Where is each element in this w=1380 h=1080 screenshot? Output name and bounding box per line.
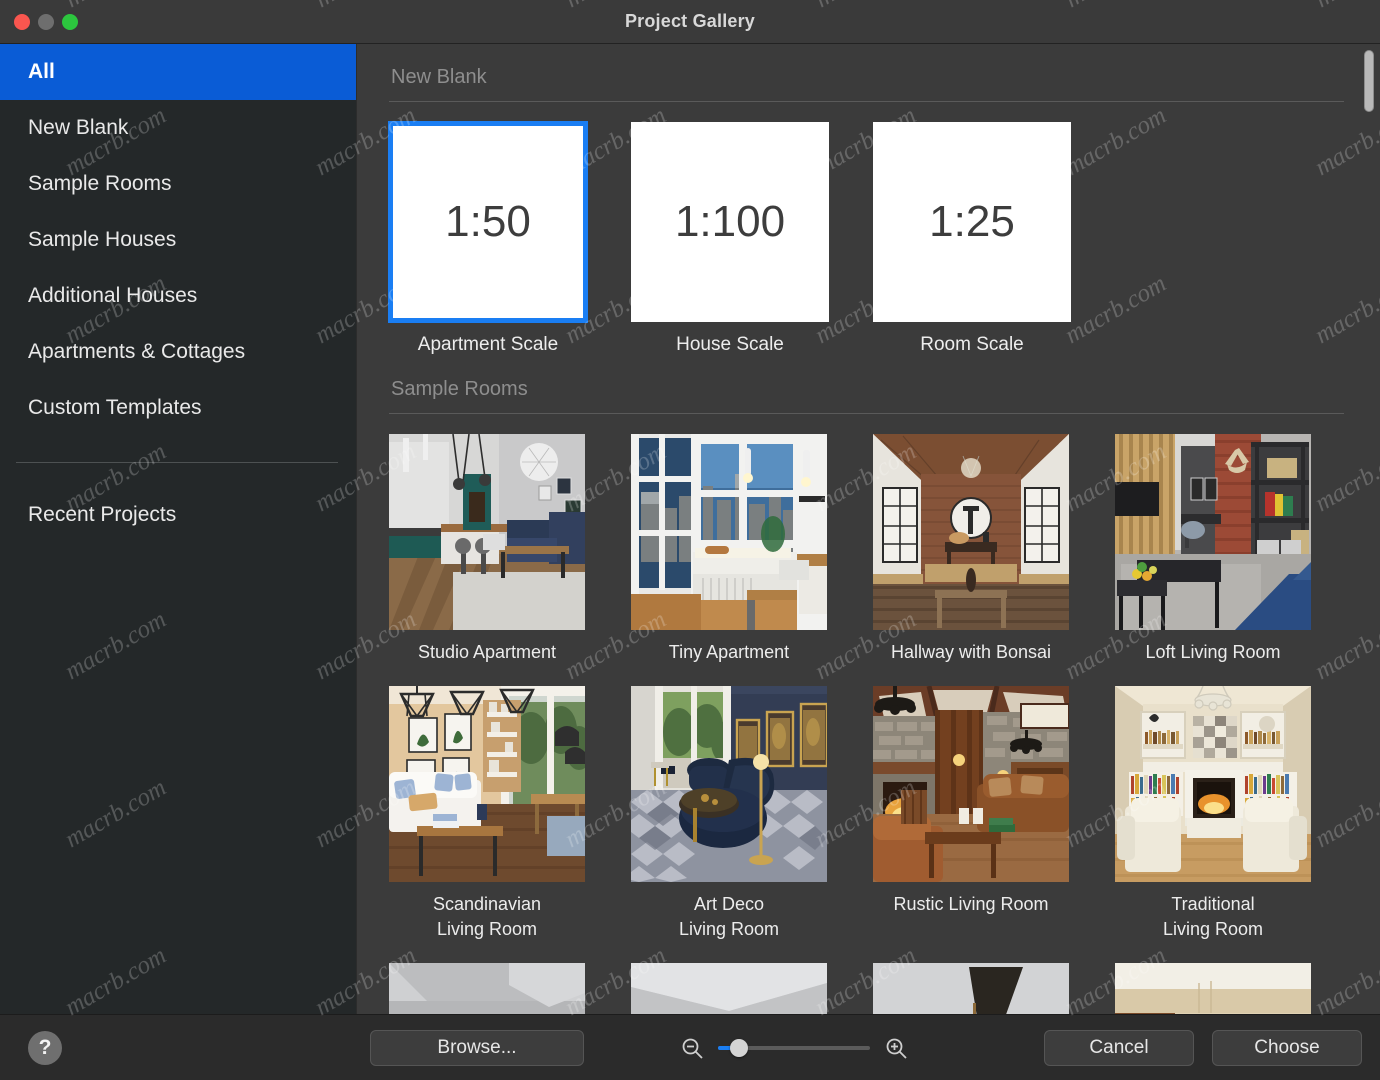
- magnifier-minus-icon[interactable]: [680, 1036, 704, 1060]
- room-thumbnail: [873, 434, 1069, 630]
- scale-value: 1:50: [445, 197, 531, 246]
- room-thumbnail: [389, 962, 585, 1014]
- room-thumbnail: [631, 686, 827, 883]
- zoom-slider[interactable]: [718, 1038, 870, 1057]
- choose-button[interactable]: Choose: [1212, 1029, 1362, 1066]
- window-title: Project Gallery: [624, 11, 756, 31]
- room-card-partial[interactable]: [389, 962, 585, 1014]
- gallery-content: New Blank 1:50 Apartment Scale 1:100 Hou…: [356, 44, 1380, 1014]
- template-label: Room Scale: [920, 334, 1024, 355]
- sidebar-item-recent-projects[interactable]: Recent Projects: [0, 487, 356, 543]
- room-thumbnail: [1115, 434, 1311, 630]
- sidebar-item-label: Custom Templates: [28, 396, 202, 419]
- room-label: Traditional Living Room: [1162, 894, 1264, 939]
- room-thumbnail: [631, 962, 827, 1014]
- room-card-tiny-apartment[interactable]: Tiny Apartment: [631, 434, 827, 664]
- magnifier-plus-icon[interactable]: [884, 1036, 908, 1060]
- template-card-house-scale[interactable]: 1:100 House Scale: [631, 122, 829, 356]
- room-card-rustic-living-room[interactable]: Rustic Living Room: [873, 686, 1069, 941]
- sidebar-item-label: All: [28, 60, 55, 83]
- room-label: Tiny Apartment: [668, 642, 790, 662]
- scale-value: 1:25: [929, 197, 1015, 246]
- window-titlebar: Project Gallery: [0, 0, 1380, 44]
- category-sidebar: All New Blank Sample Rooms Sample Houses…: [0, 44, 356, 1014]
- project-gallery-window: Project Gallery All New Blank Sample Roo…: [0, 0, 1380, 1080]
- template-label: House Scale: [676, 334, 784, 355]
- sidebar-item-label: Sample Houses: [28, 228, 177, 251]
- window-body: All New Blank Sample Rooms Sample Houses…: [0, 44, 1380, 1014]
- scale-thumbnail: 1:100: [631, 122, 829, 322]
- room-card-scandinavian-living-room[interactable]: Scandinavian Living Room: [389, 686, 585, 941]
- sidebar-item-label: Sample Rooms: [28, 172, 172, 195]
- room-card-partial[interactable]: [873, 962, 1069, 1014]
- scrollbar-thumb[interactable]: [1364, 50, 1374, 112]
- room-card-studio-apartment[interactable]: Studio Apartment: [389, 434, 585, 664]
- vertical-scrollbar[interactable]: [1364, 50, 1374, 1008]
- section-rule: [389, 101, 1344, 102]
- room-thumbnail: [631, 434, 827, 630]
- template-card-room-scale[interactable]: 1:25 Room Scale: [873, 122, 1071, 356]
- sidebar-item-sample-houses[interactable]: Sample Houses: [0, 212, 356, 268]
- sidebar-item-all[interactable]: All: [0, 44, 356, 100]
- sidebar-item-new-blank[interactable]: New Blank: [0, 100, 356, 156]
- browse-button[interactable]: Browse...: [370, 1029, 584, 1066]
- section-title-sample-rooms: Sample Rooms: [391, 378, 528, 400]
- scale-value: 1:100: [674, 197, 786, 246]
- room-label: Rustic Living Room: [893, 894, 1049, 915]
- template-label: Apartment Scale: [417, 334, 559, 355]
- room-card-traditional-living-room[interactable]: Traditional Living Room: [1115, 686, 1311, 941]
- cancel-button[interactable]: Cancel: [1044, 1029, 1194, 1066]
- room-card-hallway-with-bonsai[interactable]: Hallway with Bonsai: [873, 434, 1069, 664]
- sidebar-item-label: New Blank: [28, 116, 129, 139]
- section-title-new-blank: New Blank: [391, 66, 487, 88]
- room-card-partial[interactable]: [1115, 962, 1311, 1014]
- sidebar-item-custom-templates[interactable]: Custom Templates: [0, 380, 356, 436]
- zoom-control: [680, 1036, 908, 1060]
- room-card-art-deco-living-room[interactable]: Art Deco Living Room: [631, 686, 827, 941]
- room-thumbnail: [389, 686, 585, 883]
- room-card-loft-living-room[interactable]: Loft Living Room: [1115, 434, 1311, 664]
- room-thumbnail: [389, 434, 585, 630]
- sample-rooms-grid: Studio Apartment Tiny Apartment Hallway …: [389, 434, 1344, 1014]
- room-label: Art Deco Living Room: [678, 894, 780, 939]
- dialog-footer: ? Browse... Cancel Choose: [0, 1014, 1380, 1080]
- room-label: Loft Living Room: [1145, 642, 1281, 662]
- sidebar-item-label: Additional Houses: [28, 284, 198, 307]
- room-thumbnail: [1115, 962, 1311, 1014]
- sidebar-item-label: Apartments & Cottages: [28, 340, 246, 363]
- room-thumbnail: [873, 962, 1069, 1014]
- sidebar-divider: [16, 462, 338, 463]
- scale-thumbnail: 1:25: [873, 122, 1071, 322]
- sidebar-item-apartments-cottages[interactable]: Apartments & Cottages: [0, 324, 356, 380]
- sidebar-item-sample-rooms[interactable]: Sample Rooms: [0, 156, 356, 212]
- scale-thumbnail: 1:50: [389, 122, 587, 322]
- room-label: Scandinavian Living Room: [432, 894, 542, 939]
- room-label: Hallway with Bonsai: [890, 642, 1052, 662]
- room-label: Studio Apartment: [417, 642, 557, 662]
- sidebar-item-label: Recent Projects: [28, 503, 177, 526]
- room-thumbnail: [873, 686, 1069, 883]
- new-blank-row: 1:50 Apartment Scale 1:100 House Scale 1…: [389, 122, 1344, 356]
- sidebar-item-additional-houses[interactable]: Additional Houses: [0, 268, 356, 324]
- template-card-apartment-scale[interactable]: 1:50 Apartment Scale: [389, 122, 587, 356]
- section-rule: [389, 413, 1344, 414]
- help-button[interactable]: ?: [28, 1030, 62, 1065]
- room-card-partial[interactable]: [631, 962, 827, 1014]
- gallery-scroll-area[interactable]: New Blank 1:50 Apartment Scale 1:100 Hou…: [357, 44, 1380, 1014]
- footer-actions: Cancel Choose: [1044, 1029, 1362, 1066]
- slider-knob[interactable]: [730, 1038, 748, 1057]
- room-thumbnail: [1115, 686, 1311, 883]
